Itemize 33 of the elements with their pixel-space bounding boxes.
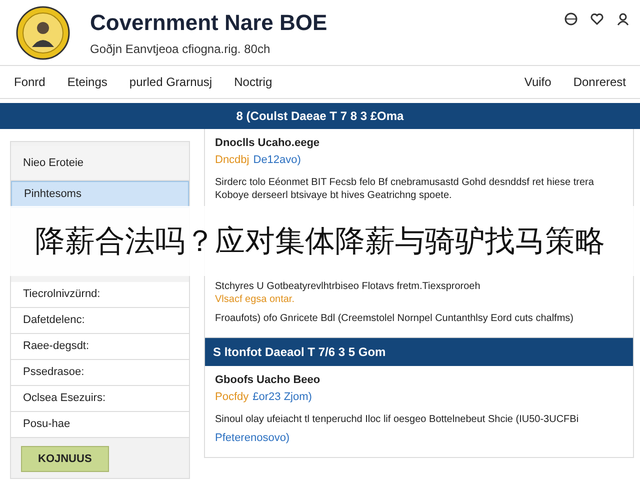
entry-date: £or23 Zjom) xyxy=(252,391,312,403)
entry-text: Froaufots) ofo Gnricete Bdl (Creemstolel Nornpel Cuntanthlsy Eord cuts chalfms) xyxy=(215,312,574,325)
site-title: Covernment Nare BOE xyxy=(90,10,328,36)
heart-icon[interactable] xyxy=(590,12,604,26)
sidebar-item[interactable]: Pssedrasoe: xyxy=(11,360,189,386)
sidebar-item[interactable]: Tiecrolnivzürnd: xyxy=(11,282,189,308)
announcement-banner: 8 (Coulst Daeae T 7 8 3 £Oma xyxy=(0,103,640,129)
entry-date: De12avo) xyxy=(253,154,301,166)
section-heading: S ltonfot Daeaol T 7/6 3 5 Gom xyxy=(205,338,633,366)
user-icon[interactable] xyxy=(616,12,630,26)
nav-link[interactable]: Donrerest xyxy=(573,75,626,89)
entry-title: Gboofs Uacho Beeo xyxy=(215,374,322,386)
nav-link[interactable]: purled Grarnusj xyxy=(129,75,212,89)
entry-title: Dnoclls Ucaho.eege xyxy=(215,137,321,149)
sidebar-button[interactable]: KOJNUUS xyxy=(21,446,109,472)
entry-source: Dncdbj xyxy=(215,154,250,166)
entry-highlight: Vlsacf egsa ontar. xyxy=(215,293,296,306)
sidebar-item[interactable]: Oclsea Esezuirs: xyxy=(11,386,189,412)
entry-text: Stchyres U Gotbeatyrevlhtrbiseo Flotavs fretm.Tiexsproroeh xyxy=(215,280,482,293)
overlay-caption: 降薪合法吗？应对集体降薪与骑驴找马策略 xyxy=(35,222,605,260)
nav-link[interactable]: Vuifo xyxy=(524,75,552,89)
entry-text: Sinoul olay ufeiacht tl tenperuchd Iloc lif oesgeo Bottelnebeut Shcie (IU50-3UCFBi xyxy=(215,413,580,426)
sidebar-item[interactable]: Raee-degsdt: xyxy=(11,334,189,360)
nav-link[interactable]: Noctrig xyxy=(234,75,272,89)
site-subtitle: Goðjn Eanvtjeoa cfiogna.rig. 80ch xyxy=(90,42,272,56)
entry-link[interactable]: Pfeterenosovo) xyxy=(215,432,623,445)
sidebar-item[interactable]: Posu-hae xyxy=(11,412,189,438)
entry-text: Sirderc tolo Eéonmet BIT Fecsb felo Bf cnebramusastd Gohd desnddsf ret hiese trera Koboye derseerl btsivaye bt hives Geatrichng spoete. xyxy=(215,176,595,202)
sidebar-item[interactable]: Pinhtesoms xyxy=(11,181,189,208)
entry-source: Pocfdy xyxy=(215,391,249,403)
nav-link[interactable]: Eteings xyxy=(67,75,108,89)
nav-link[interactable]: Fonrd xyxy=(14,75,46,89)
sidebar-item[interactable]: Dafetdelenc: xyxy=(11,308,189,334)
